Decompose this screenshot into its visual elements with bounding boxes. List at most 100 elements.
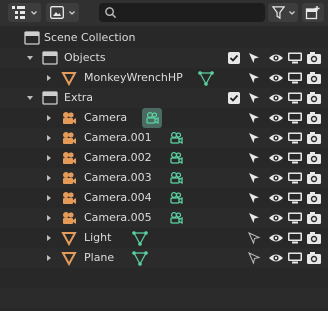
monitor-icon[interactable]: [287, 51, 303, 65]
mesh-object-icon: [60, 249, 78, 267]
display-mode-dropdown[interactable]: [8, 3, 41, 22]
monitor-icon[interactable]: [287, 211, 303, 225]
object-label: Camera: [84, 111, 128, 124]
scene-collection-row[interactable]: Scene Collection: [0, 28, 328, 48]
collection-row-objects[interactable]: Objects: [0, 48, 328, 68]
expand-right-icon[interactable]: [44, 232, 54, 244]
expand-right-icon[interactable]: [44, 192, 54, 204]
camera-object-icon: [60, 149, 78, 167]
object-row-camera-001[interactable]: Camera.001: [0, 128, 328, 148]
filter-dropdown[interactable]: [268, 3, 298, 22]
camera-data-icon[interactable]: [167, 149, 185, 167]
camera-data-icon[interactable]: [167, 169, 185, 187]
expand-right-icon[interactable]: [44, 132, 54, 144]
collection-icon: [41, 89, 59, 107]
selectable-arrow-icon[interactable]: [247, 71, 261, 85]
eye-icon[interactable]: [268, 191, 284, 205]
selectable-arrow-icon[interactable]: [247, 191, 261, 205]
render-camera-icon[interactable]: [306, 191, 322, 205]
mesh-data-icon[interactable]: [131, 249, 149, 267]
selectable-arrow-icon[interactable]: [247, 111, 261, 125]
selectable-arrow-icon[interactable]: [247, 211, 261, 225]
monitor-icon[interactable]: [287, 91, 303, 105]
monitor-icon[interactable]: [287, 251, 303, 265]
collection-label: Extra: [64, 91, 94, 104]
object-row-plane[interactable]: Plane: [0, 248, 328, 268]
expand-right-icon[interactable]: [44, 72, 54, 84]
exclude-checkbox[interactable]: [227, 51, 241, 65]
selectable-arrow-outline-icon[interactable]: [247, 251, 261, 265]
object-row-camera-003[interactable]: Camera.003: [0, 168, 328, 188]
funnel-icon: [271, 5, 286, 20]
expand-right-icon[interactable]: [44, 152, 54, 164]
mesh-data-icon[interactable]: [131, 229, 149, 247]
exclude-checkbox[interactable]: [227, 91, 241, 105]
render-camera-icon[interactable]: [306, 71, 322, 85]
collection-icon: [41, 49, 59, 67]
collection-row-extra[interactable]: Extra: [0, 88, 328, 108]
selectable-arrow-icon[interactable]: [247, 91, 261, 105]
object-row-monkeywrenchhp[interactable]: MonkeyWrenchHP: [0, 68, 328, 88]
expand-right-icon[interactable]: [44, 112, 54, 124]
monitor-icon[interactable]: [287, 191, 303, 205]
render-camera-icon[interactable]: [306, 91, 322, 105]
selectable-arrow-icon[interactable]: [247, 151, 261, 165]
object-row-camera[interactable]: Camera: [0, 108, 328, 128]
selectable-arrow-outline-icon[interactable]: [247, 231, 261, 245]
chevron-down-icon: [68, 9, 76, 17]
monitor-icon[interactable]: [287, 171, 303, 185]
eye-icon[interactable]: [268, 111, 284, 125]
eye-icon[interactable]: [268, 131, 284, 145]
camera-data-icon[interactable]: [167, 129, 185, 147]
object-label: Camera.002: [84, 151, 152, 164]
camera-object-icon: [60, 109, 78, 127]
camera-data-icon[interactable]: [167, 209, 185, 227]
eye-icon[interactable]: [268, 51, 284, 65]
expand-down-icon[interactable]: [25, 52, 35, 64]
object-row-light[interactable]: Light: [0, 228, 328, 248]
eye-icon[interactable]: [268, 91, 284, 105]
eye-icon[interactable]: [268, 251, 284, 265]
search-field[interactable]: [99, 3, 265, 22]
render-camera-icon[interactable]: [306, 211, 322, 225]
render-camera-icon[interactable]: [306, 151, 322, 165]
eye-icon[interactable]: [268, 231, 284, 245]
object-row-camera-005[interactable]: Camera.005: [0, 208, 328, 228]
object-row-camera-004[interactable]: Camera.004: [0, 188, 328, 208]
render-camera-icon[interactable]: [306, 51, 322, 65]
camera-object-icon: [60, 169, 78, 187]
object-row-camera-002[interactable]: Camera.002: [0, 148, 328, 168]
selectable-arrow-icon[interactable]: [247, 51, 261, 65]
eye-icon[interactable]: [268, 71, 284, 85]
search-input[interactable]: [119, 5, 259, 19]
collection-label: Objects: [64, 51, 106, 64]
expand-right-icon[interactable]: [44, 252, 54, 264]
outliner-header: [0, 0, 328, 26]
search-icon: [104, 6, 117, 19]
monitor-icon[interactable]: [287, 231, 303, 245]
monitor-icon[interactable]: [287, 71, 303, 85]
monitor-icon[interactable]: [287, 131, 303, 145]
monitor-icon[interactable]: [287, 111, 303, 125]
filter-view-dropdown[interactable]: [46, 3, 79, 22]
expand-right-icon[interactable]: [44, 212, 54, 224]
render-camera-icon[interactable]: [306, 131, 322, 145]
selectable-arrow-icon[interactable]: [247, 171, 261, 185]
eye-icon[interactable]: [268, 171, 284, 185]
camera-data-icon[interactable]: [167, 189, 185, 207]
render-camera-icon[interactable]: [306, 231, 322, 245]
render-camera-icon[interactable]: [306, 111, 322, 125]
mesh-data-icon[interactable]: [197, 69, 215, 87]
render-camera-icon[interactable]: [306, 171, 322, 185]
new-collection-button[interactable]: [302, 3, 324, 22]
render-camera-icon[interactable]: [306, 251, 322, 265]
expand-right-icon[interactable]: [44, 172, 54, 184]
monitor-icon[interactable]: [287, 151, 303, 165]
active-camera-data-button[interactable]: [142, 108, 162, 128]
selectable-arrow-icon[interactable]: [247, 131, 261, 145]
expand-down-icon[interactable]: [25, 92, 35, 104]
object-label: Light: [84, 231, 112, 244]
collection-icon: [23, 29, 41, 47]
eye-icon[interactable]: [268, 211, 284, 225]
eye-icon[interactable]: [268, 151, 284, 165]
